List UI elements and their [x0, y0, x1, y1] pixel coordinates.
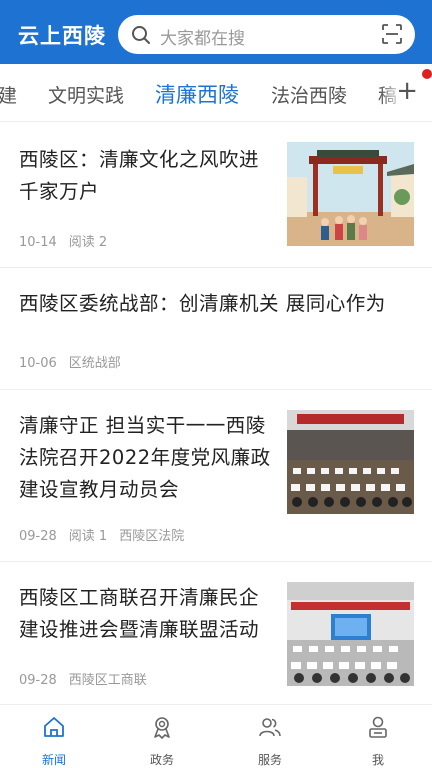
news-item[interactable]: 西陵区工商联召开清廉民企建设推进会暨清廉联盟活动 09-28 西陵区工商联	[0, 562, 432, 704]
tab-partial-left[interactable]: 建	[0, 81, 17, 108]
search-icon	[132, 26, 150, 44]
tab-fazhi-xiling[interactable]: 法治西陵	[271, 81, 347, 108]
news-source: 区统战部	[68, 356, 121, 371]
nav-label: 我	[371, 753, 384, 767]
news-title[interactable]: 西陵区：清廉文化之风吹进千家万户	[19, 144, 274, 208]
user-icon	[369, 716, 387, 738]
news-meta: 09-28 西陵区工商联	[19, 669, 159, 688]
news-item[interactable]: 西陵区：清廉文化之风吹进千家万户 10-14 阅读 2	[0, 122, 432, 268]
notification-dot	[422, 69, 432, 79]
news-date: 09-28	[19, 529, 57, 544]
nav-label: 新闻	[41, 753, 66, 767]
nav-government[interactable]: 政务	[108, 705, 216, 768]
news-title[interactable]: 西陵区委统战部：创清廉机关 展同心作为	[19, 288, 419, 320]
news-source: 西陵区工商联	[68, 673, 147, 688]
news-date: 09-28	[19, 673, 57, 688]
search-placeholder: 大家都在搜	[160, 29, 245, 49]
channel-tabs: 建 文明实践 清廉西陵 法治西陵 稿 +	[0, 64, 432, 122]
news-meta: 10-14 阅读 2	[19, 231, 119, 250]
news-reads: 阅读 1	[68, 529, 108, 544]
news-date: 10-06	[19, 356, 57, 371]
search-input[interactable]: 大家都在搜	[118, 15, 415, 54]
news-thumbnail[interactable]	[287, 410, 414, 514]
news-meta: 10-06 区统战部	[19, 352, 133, 371]
scan-icon[interactable]	[381, 23, 403, 45]
nav-label: 政务	[149, 753, 174, 767]
tab-wenming-shijian[interactable]: 文明实践	[48, 81, 124, 108]
news-title[interactable]: 清廉守正 担当实干一一西陵法院召开2022年度党风廉政建设宣教月动员会	[19, 410, 274, 506]
news-item[interactable]: 清廉守正 担当实干一一西陵法院召开2022年度党风廉政建设宣教月动员会 09-2…	[0, 390, 432, 562]
news-thumbnail[interactable]	[287, 142, 414, 246]
app-title: 云上西陵	[18, 24, 106, 48]
news-date: 10-14	[19, 235, 57, 250]
add-channel-icon[interactable]: +	[396, 76, 418, 106]
news-reads: 阅读 2	[68, 235, 108, 250]
bottom-nav: 新闻 政务 服务 我	[0, 704, 432, 768]
people-icon	[259, 718, 281, 737]
nav-me[interactable]: 我	[324, 705, 432, 768]
badge-icon	[154, 717, 170, 739]
app-header: 云上西陵 大家都在搜	[0, 0, 432, 64]
news-source: 西陵区法院	[119, 529, 185, 544]
home-icon	[44, 717, 64, 737]
news-item[interactable]: 西陵区委统战部：创清廉机关 展同心作为 10-06 区统战部	[0, 268, 432, 390]
news-meta: 09-28 阅读 1 西陵区法院	[19, 525, 196, 544]
news-thumbnail[interactable]	[287, 582, 414, 686]
tab-qinglian-xiling[interactable]: 清廉西陵	[155, 79, 239, 109]
nav-news[interactable]: 新闻	[0, 705, 108, 768]
nav-label: 服务	[257, 753, 282, 767]
news-title[interactable]: 西陵区工商联召开清廉民企建设推进会暨清廉联盟活动	[19, 582, 274, 646]
nav-services[interactable]: 服务	[216, 705, 324, 768]
